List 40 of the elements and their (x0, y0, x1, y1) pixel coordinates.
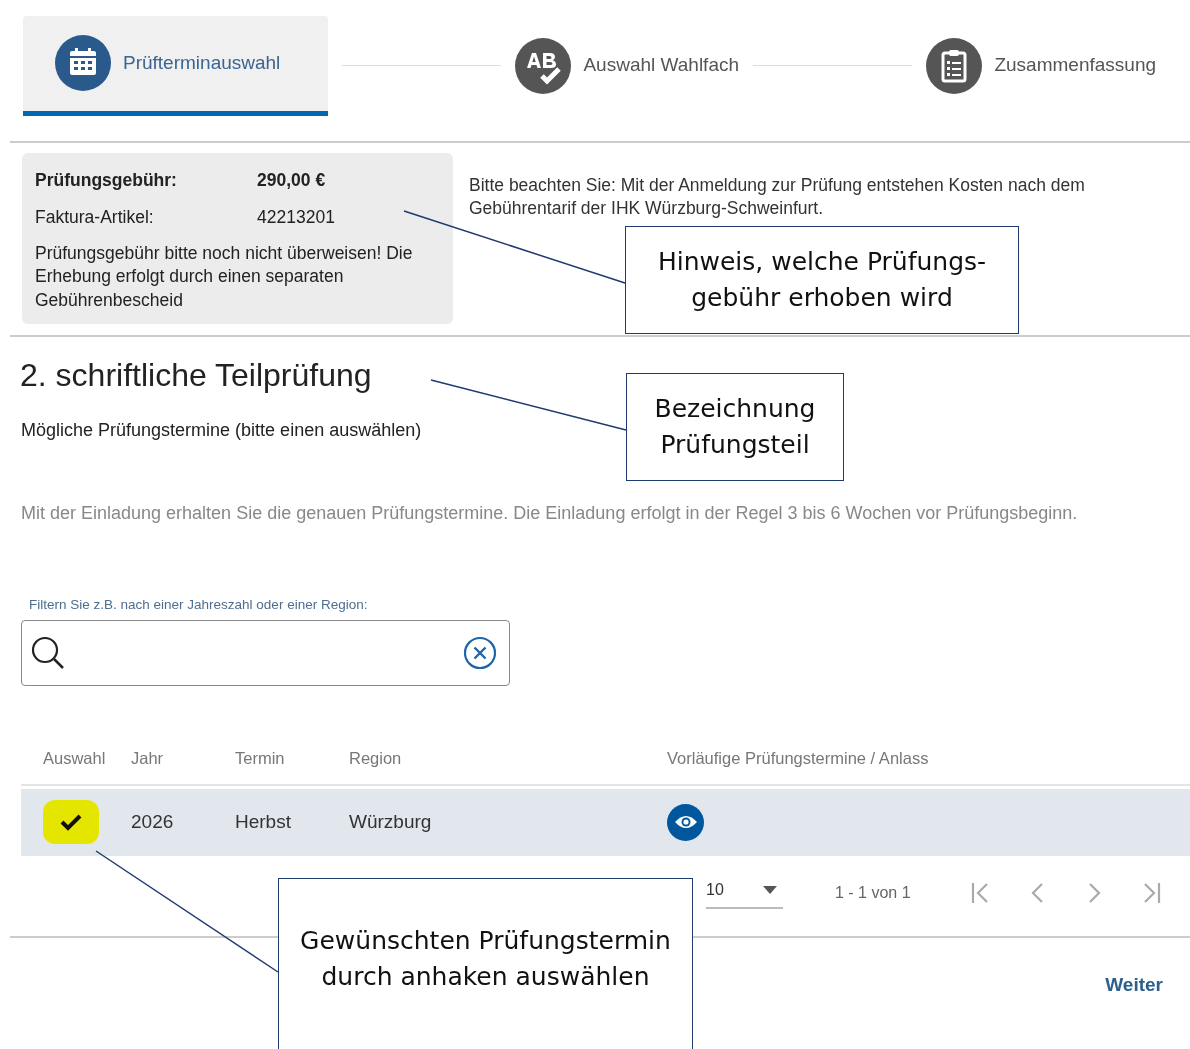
caret-icon (763, 885, 777, 894)
step-tab[interactable]: Prüfterminauswahl (23, 15, 328, 116)
clear-icon[interactable] (463, 635, 497, 670)
page-size-value: 10 (706, 879, 724, 900)
fee-label: Prüfungsgebühr: (35, 169, 178, 192)
section-subtitle: Mögliche Prüfungstermine (bitte einen auswählen) (21, 419, 423, 443)
fee-value: 290,00 € (257, 169, 326, 192)
info-text: Mit der Einladung erhalten Sie die genauen Prüfungstermine. Die Einladung erfolgt in der Regel 3 bis 6 Wochen vor Prüfungsbeginn. (21, 502, 1079, 526)
clipboard-list-icon (926, 37, 983, 94)
fee-note: Prüfungsgebühr bitte noch nicht überweisen! Die Erhebung erfolgt durch einen separaten Gebührenbescheid (35, 241, 414, 312)
filter-label: Filtern Sie z.B. nach einer Jahreszahl oder einer Region: (29, 596, 369, 615)
page-range: 1 - 1 von 1 (835, 883, 911, 904)
table-cell-text: Würzburg (349, 809, 433, 834)
column-header: Region (349, 748, 403, 770)
callout-text: Gewünschten Prüfungstermin durch anhaken auswählen (300, 924, 671, 993)
search-icon (30, 634, 66, 671)
section-heading: 2. schriftliche Teilprüfung (20, 356, 373, 396)
column-header: Vorläufige Prüfungstermine / Anlass (667, 748, 930, 770)
check-icon (60, 813, 82, 832)
highlighted-checkmark[interactable] (43, 800, 99, 845)
search-field[interactable] (21, 619, 510, 686)
table-cell-text: 2026 (131, 809, 175, 834)
view-button[interactable] (667, 803, 704, 841)
fee-value: 42213201 (257, 206, 335, 230)
next-button[interactable]: Weiter (1099, 970, 1169, 1001)
step-tab[interactable]: Zusammenfassung (926, 15, 1156, 116)
page-size-select[interactable]: 10 (706, 877, 783, 909)
column-header: Auswahl (42, 748, 107, 770)
calendar-icon (55, 35, 111, 91)
callout-text: Hinweis, welche Prüfungs- gebühr erhoben wird (657, 245, 987, 314)
step-tab[interactable]: Auswahl Wahlfach (515, 15, 739, 116)
letters-check-icon (515, 37, 572, 94)
callout-text: Bezeichnung Prüfungsteil (654, 392, 816, 461)
column-header: Termin (235, 748, 286, 770)
table-row[interactable]: 2026 Herbst Würzburg (21, 788, 1190, 856)
notice-text: Bitte beachten Sie: Mit der Anmeldung zur Prüfung entstehen Kosten nach dem Gebührentarif der IHK Würzburg-Schweinfurt. (469, 174, 1086, 220)
table-cell-text: Herbst (235, 809, 292, 834)
fee-label: Faktura-Artikel: (35, 206, 155, 230)
eye-icon (673, 814, 698, 831)
column-header: Jahr (131, 748, 165, 770)
